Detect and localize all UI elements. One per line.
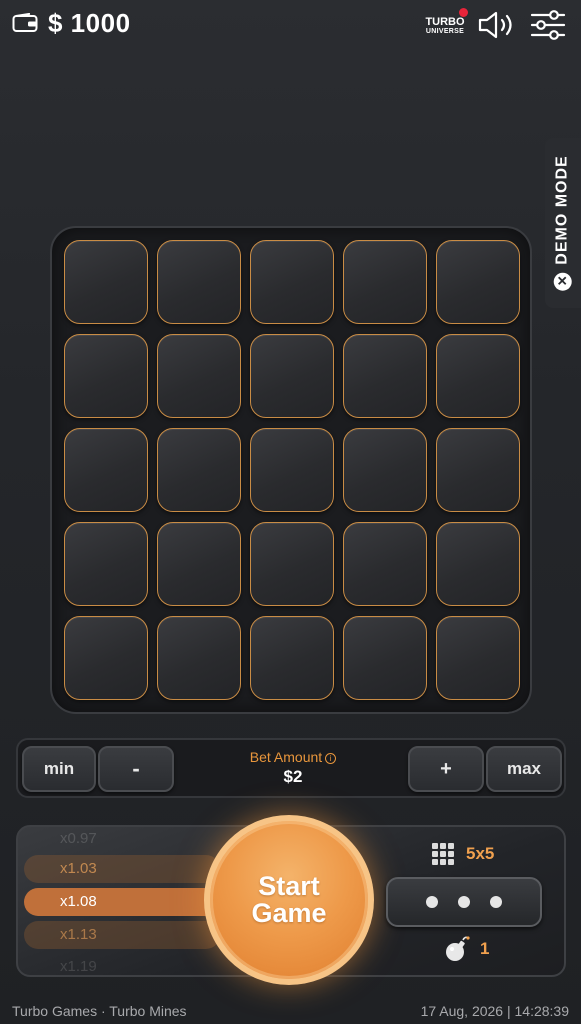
dot <box>490 896 502 908</box>
mine-tile[interactable] <box>436 334 520 418</box>
mine-tile[interactable] <box>64 334 148 418</box>
multiplier-item: x0.97 <box>60 830 97 847</box>
footer-game-name: Turbo Games · Turbo Mines <box>12 1003 187 1019</box>
multiplier-item: x1.03 <box>24 855 220 883</box>
demo-mode-label: DEMO MODE <box>554 155 572 265</box>
mine-tile[interactable] <box>157 240 241 324</box>
decrease-bet-button[interactable]: - <box>98 746 174 792</box>
mine-tile[interactable] <box>343 334 427 418</box>
bet-bar: min - Bet Amount i $2 + max <box>16 738 566 798</box>
settings-sliders-icon[interactable] <box>530 10 566 40</box>
turbo-universe-logo[interactable]: TURBO UNIVERSE <box>422 6 468 44</box>
multiplier-item-current: x1.08 <box>24 888 220 916</box>
mine-tile[interactable] <box>436 428 520 512</box>
close-icon[interactable]: ✕ <box>554 272 573 291</box>
mine-tile[interactable] <box>250 240 334 324</box>
multiplier-item: x1.19 <box>60 958 97 975</box>
increase-bet-button[interactable]: + <box>408 746 484 792</box>
mine-tile[interactable] <box>250 616 334 700</box>
mine-tile[interactable] <box>157 522 241 606</box>
mine-tile[interactable] <box>157 334 241 418</box>
bet-amount-display: Bet Amount i $2 <box>198 746 388 792</box>
tile-grid <box>64 240 520 700</box>
mines-count-label: 1 <box>480 939 490 958</box>
mine-tile[interactable] <box>157 616 241 700</box>
logo-line2: UNIVERSE <box>425 28 465 35</box>
start-label-line1: Start <box>258 871 320 901</box>
bet-amount-label: Bet Amount i <box>198 749 388 765</box>
mines-selector-button[interactable] <box>386 877 542 927</box>
demo-mode-tab[interactable]: ✕ DEMO MODE <box>545 138 581 308</box>
start-label-line2: Game <box>251 898 327 928</box>
multiplier-list: x0.97 x1.03 x1.08 x1.13 x1.19 <box>24 827 224 975</box>
logo-line1: TURBO <box>425 16 465 28</box>
grid-size-indicator: 5x5 <box>432 842 494 866</box>
wallet-icon <box>12 13 38 32</box>
mine-tile[interactable] <box>250 522 334 606</box>
bet-amount-value: $2 <box>283 767 303 786</box>
max-bet-button[interactable]: max <box>486 746 562 792</box>
mine-tile[interactable] <box>343 616 427 700</box>
mine-tile[interactable] <box>436 616 520 700</box>
mine-tile[interactable] <box>250 428 334 512</box>
bomb-icon <box>446 936 470 961</box>
start-game-button[interactable]: Start Game <box>204 815 374 985</box>
min-bet-button[interactable]: min <box>22 746 96 792</box>
mines-board <box>50 226 532 714</box>
mine-tile[interactable] <box>436 240 520 324</box>
mine-tile[interactable] <box>64 616 148 700</box>
mine-tile[interactable] <box>64 428 148 512</box>
mine-tile[interactable] <box>343 428 427 512</box>
mine-tile[interactable] <box>343 240 427 324</box>
mine-tile[interactable] <box>64 522 148 606</box>
mine-tile[interactable] <box>157 428 241 512</box>
grid-icon <box>432 843 454 865</box>
multiplier-item: x1.13 <box>24 921 220 949</box>
mine-tile[interactable] <box>64 240 148 324</box>
mine-tile[interactable] <box>343 522 427 606</box>
mine-tile[interactable] <box>250 334 334 418</box>
balance-display: $ 1000 <box>48 8 131 38</box>
mines-count-indicator: 1 <box>444 934 489 964</box>
dot <box>426 896 438 908</box>
top-bar: $ 1000 TURBO UNIVERSE <box>0 0 581 48</box>
mine-tile[interactable] <box>436 522 520 606</box>
grid-size-label: 5x5 <box>466 844 495 863</box>
dot <box>458 896 470 908</box>
speaker-icon[interactable] <box>477 9 517 41</box>
notification-dot <box>459 8 468 17</box>
footer-datetime: 17 Aug, 2026 | 14:28:39 <box>420 1003 569 1019</box>
info-icon[interactable]: i <box>325 753 337 764</box>
